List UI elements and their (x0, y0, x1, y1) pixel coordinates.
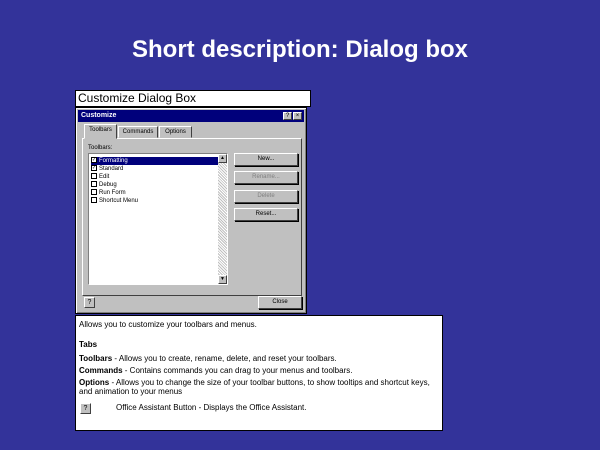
help-commands: Commands - Contains commands you can dra… (79, 366, 353, 375)
help-options-cont: and animation to your menus (79, 387, 183, 396)
help-options: Options - Allows you to change the size … (79, 378, 430, 387)
list-item[interactable]: ✓ Standard (91, 165, 218, 173)
help-assistant: Office Assistant Button - Displays the O… (116, 403, 307, 412)
dialog-title: Customize (81, 112, 117, 119)
checkbox-icon[interactable]: ✓ (91, 157, 97, 164)
help-description: Allows you to customize your toolbars an… (75, 315, 443, 431)
toolbars-list-label: Toolbars: (88, 145, 113, 151)
new-button[interactable]: New... (234, 153, 298, 166)
help-intro: Allows you to customize your toolbars an… (79, 320, 257, 329)
help-title-button[interactable]: ? (283, 112, 292, 120)
checkbox-icon[interactable] (91, 173, 97, 180)
list-item[interactable]: Debug (91, 181, 218, 189)
scroll-down-icon[interactable]: ▼ (218, 275, 227, 284)
toolbars-listbox[interactable]: ✓ Formatting ✓ Standard Edit Debug Run For… (88, 153, 228, 285)
close-title-button[interactable]: × (293, 112, 302, 120)
tab-commands[interactable]: Commands (118, 126, 158, 138)
caption-label: Customize Dialog Box (75, 90, 311, 107)
office-assistant-icon[interactable]: ? (84, 297, 95, 308)
close-button[interactable]: Close (258, 296, 302, 309)
checkbox-icon[interactable] (91, 189, 97, 196)
scroll-up-icon[interactable]: ▲ (218, 154, 227, 163)
help-toolbars: Toolbars - Allows you to create, rename,… (79, 354, 337, 363)
list-item[interactable]: Shortcut Menu (91, 197, 218, 205)
list-item[interactable]: Edit (91, 173, 218, 181)
tab-options[interactable]: Options (159, 126, 192, 138)
customize-dialog: Customize ? × Toolbars Commands Options … (75, 107, 307, 314)
help-tabs-heading: Tabs (79, 340, 98, 349)
rename-button[interactable]: Rename... (234, 171, 298, 184)
dialog-titlebar: Customize ? × (78, 110, 304, 122)
list-item[interactable]: ✓ Formatting (91, 157, 218, 165)
reset-button[interactable]: Reset... (234, 208, 298, 221)
delete-button[interactable]: Delete (234, 190, 298, 203)
checkbox-icon[interactable] (91, 197, 97, 204)
office-assistant-icon: ? (80, 403, 91, 414)
checkbox-icon[interactable]: ✓ (91, 165, 97, 172)
list-scrollbar[interactable]: ▲ ▼ (218, 154, 227, 284)
checkbox-icon[interactable] (91, 181, 97, 188)
list-item[interactable]: Run Form (91, 189, 218, 197)
slide-title: Short description: Dialog box (131, 36, 468, 63)
tab-toolbars[interactable]: Toolbars (84, 124, 117, 139)
